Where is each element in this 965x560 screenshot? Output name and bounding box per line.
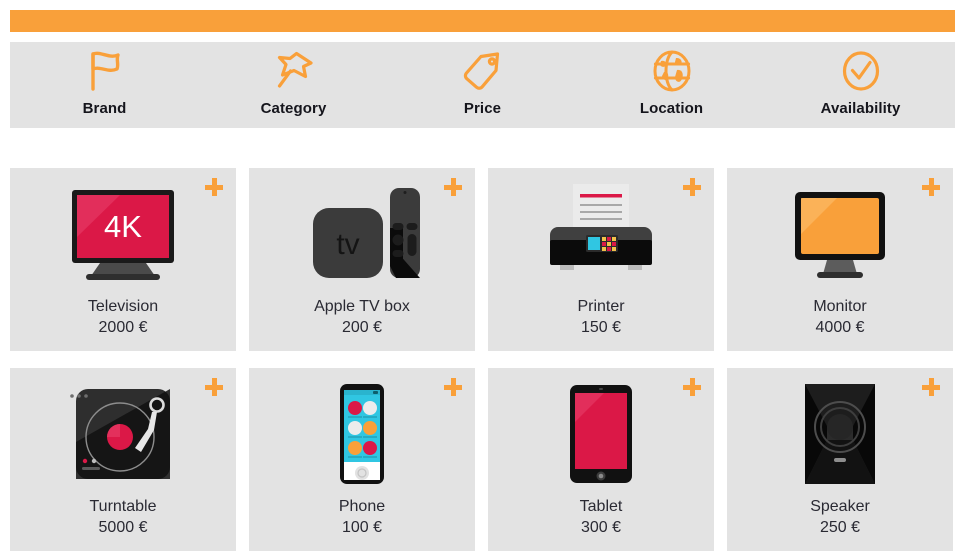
- add-product-button[interactable]: [443, 177, 463, 197]
- flag-icon: [82, 48, 128, 94]
- product-price: 5000 €: [98, 519, 148, 536]
- filter-bar: Brand Category Price Location Availabili…: [10, 42, 955, 128]
- product-card-television[interactable]: 4K Television 2000 €: [10, 168, 236, 351]
- product-name: Turntable: [89, 498, 157, 515]
- globe-icon: [649, 48, 695, 94]
- product-price: 200 €: [341, 319, 383, 336]
- product-name: Speaker: [810, 498, 870, 515]
- add-product-button[interactable]: [682, 377, 702, 397]
- product-name: Monitor: [813, 298, 867, 315]
- tablet-icon: [536, 380, 666, 488]
- product-card-turntable[interactable]: Turntable 5000 €: [10, 368, 236, 551]
- phone-icon: [297, 380, 427, 488]
- product-card-monitor[interactable]: Monitor 4000 €: [727, 168, 953, 351]
- add-product-button[interactable]: [921, 377, 941, 397]
- orange-banner: [10, 10, 955, 32]
- product-catalog-page: Brand Category Price Location Availabili…: [0, 0, 965, 560]
- product-name: Television: [87, 298, 159, 315]
- filter-category[interactable]: Category: [199, 42, 388, 128]
- filter-availability-label: Availability: [820, 100, 901, 117]
- turntable-icon: [58, 380, 188, 488]
- product-price: 4000 €: [815, 319, 865, 336]
- product-price: 150 €: [580, 319, 622, 336]
- check-circle-icon: [838, 48, 884, 94]
- filter-price[interactable]: Price: [388, 42, 577, 128]
- filter-category-label: Category: [260, 100, 327, 117]
- product-card-apple-tv-box[interactable]: tv Apple TV box 200 €: [249, 168, 475, 351]
- product-price: 300 €: [580, 519, 622, 536]
- television-icon: 4K: [58, 180, 188, 288]
- product-name: Apple TV box: [314, 298, 410, 315]
- product-grid: 4K Television 2000 € tv Apple TV box 200…: [10, 168, 955, 552]
- pushpin-icon: [271, 48, 317, 94]
- product-name: Phone: [338, 498, 386, 515]
- product-price: 100 €: [341, 519, 383, 536]
- svg-text:tv: tv: [336, 228, 359, 261]
- monitor-icon: [775, 180, 905, 288]
- filter-brand-label: Brand: [82, 100, 127, 117]
- product-name: Printer: [577, 298, 625, 315]
- add-product-button[interactable]: [443, 377, 463, 397]
- filter-availability[interactable]: Availability: [766, 42, 955, 128]
- filter-brand[interactable]: Brand: [10, 42, 199, 128]
- product-card-tablet[interactable]: Tablet 300 €: [488, 368, 714, 551]
- product-name: Tablet: [579, 498, 623, 515]
- apple-tv-box-icon: tv: [297, 180, 427, 288]
- product-card-speaker[interactable]: Speaker 250 €: [727, 368, 953, 551]
- price-tag-icon: [460, 48, 506, 94]
- add-product-button[interactable]: [204, 177, 224, 197]
- product-price: 2000 €: [98, 319, 148, 336]
- product-price: 250 €: [819, 519, 861, 536]
- add-product-button[interactable]: [682, 177, 702, 197]
- svg-text:4K: 4K: [104, 209, 142, 244]
- speaker-icon: [775, 380, 905, 488]
- product-card-phone[interactable]: Phone 100 €: [249, 368, 475, 551]
- product-card-printer[interactable]: Printer 150 €: [488, 168, 714, 351]
- filter-location[interactable]: Location: [577, 42, 766, 128]
- add-product-button[interactable]: [921, 177, 941, 197]
- add-product-button[interactable]: [204, 377, 224, 397]
- filter-location-label: Location: [639, 100, 704, 117]
- printer-icon: [536, 180, 666, 288]
- filter-price-label: Price: [463, 100, 502, 117]
